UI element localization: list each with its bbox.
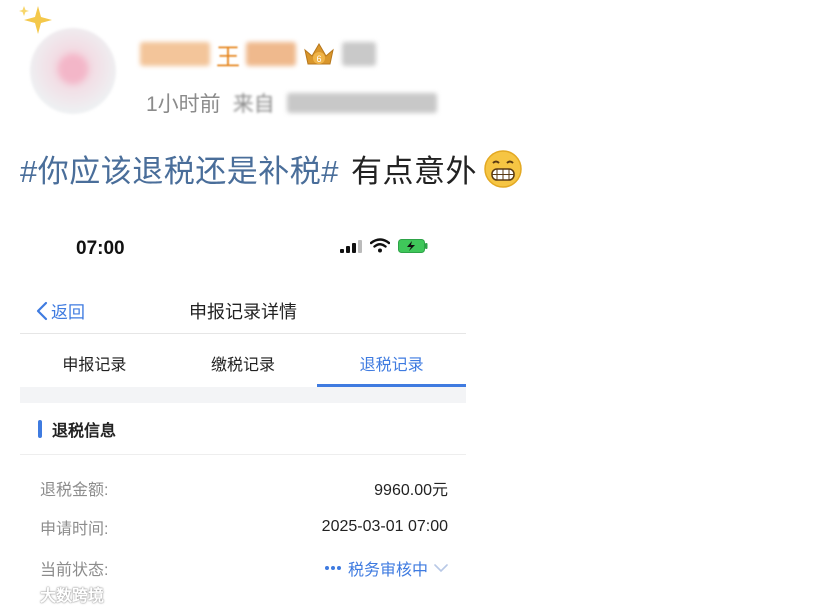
username-blurred [140, 42, 210, 66]
info-row-refund-amount: 退税金额: 9960.00元 [40, 473, 448, 503]
info-row-apply-time: 申请时间: 2025-03-01 07:00 [40, 512, 448, 542]
row-label: 申请时间: [40, 521, 109, 538]
avatar[interactable] [30, 28, 116, 114]
section-accent-bar [38, 419, 42, 438]
status-time: 07:00 [76, 238, 125, 259]
section-header: 退税信息 [20, 403, 466, 455]
watermark-logo-icon [6, 585, 35, 603]
row-label: 退税金额: [40, 482, 109, 499]
watermark-text: 大数跨境 [40, 588, 105, 605]
tab-bar: 申报记录 缴税记录 退税记录 [20, 335, 466, 387]
row-value: 9960.00元 [374, 482, 448, 499]
chevron-down-icon [434, 563, 448, 572]
post-source-prefix: 来自 [232, 93, 275, 116]
status-value[interactable]: 税务审核中 [324, 556, 448, 580]
wifi-icon [370, 238, 390, 253]
post-time: 1小时前 [146, 93, 221, 116]
hashtag-link[interactable]: #你应该退税还是补税# [20, 146, 339, 191]
post-comment: 有点意外 [350, 154, 477, 189]
info-row-status: 当前状态: 税务审核中 [40, 553, 448, 583]
status-text: 税务审核中 [347, 562, 428, 579]
section-divider [20, 387, 466, 403]
crown-badge-icon: 6 [304, 43, 334, 65]
grin-emoji-icon [484, 149, 522, 188]
phone-screenshot: 07:00 返回 申报记录详情 申报记录 缴税记录 退税记录 退税信息 退税金额… [20, 222, 466, 609]
tab-refund-records[interactable]: 退税记录 [317, 335, 466, 387]
page-title: 申报记录详情 [189, 302, 297, 322]
username-blurred [246, 42, 296, 66]
username[interactable]: 王 6 [140, 38, 376, 71]
tab-declaration-records[interactable]: 申报记录 [20, 335, 169, 387]
row-value: 2025-03-01 07:00 [321, 518, 448, 535]
signal-icon [340, 239, 362, 253]
username-visible-char: 王 [216, 43, 240, 71]
post-text: #你应该退税还是补税# 有点意外 [20, 146, 523, 191]
post-source-blurred [286, 93, 437, 113]
tab-payment-records[interactable]: 缴税记录 [169, 335, 318, 387]
row-label: 当前状态: [40, 562, 109, 579]
ellipsis-icon [324, 566, 341, 570]
svg-text:6: 6 [316, 54, 321, 64]
nav-bar: 返回 申报记录详情 [20, 288, 466, 334]
watermark: 大数跨境 [6, 582, 104, 606]
battery-charging-icon [398, 238, 428, 253]
post-meta: 1小时前 来自 [146, 88, 437, 118]
section-title: 退税信息 [52, 422, 117, 440]
status-icons [340, 238, 428, 253]
username-blurred [342, 42, 376, 66]
